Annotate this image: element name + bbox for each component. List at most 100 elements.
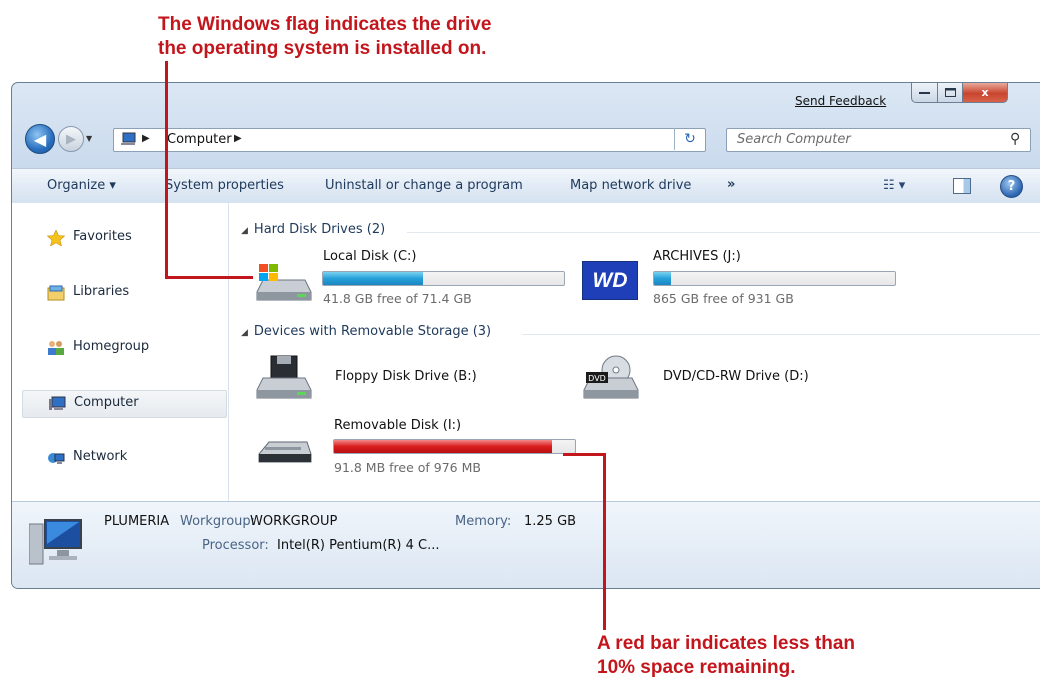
usage-fill (654, 272, 672, 285)
processor-label: Processor: (202, 538, 269, 553)
uninstall-program-button[interactable]: Uninstall or change a program (325, 178, 523, 193)
annotation-line: the operating system is installed on. (158, 38, 487, 59)
dvd-badge: DVD (588, 374, 606, 383)
search-icon[interactable]: ⚲ (1010, 131, 1020, 147)
group-divider (407, 232, 1040, 233)
close-button[interactable]: x (963, 83, 1008, 103)
drive-name: Local Disk (C:) (323, 249, 417, 264)
back-arrow-icon: ◀ (33, 129, 47, 149)
drive-free-space: 865 GB free of 931 GB (653, 291, 794, 306)
minimize-icon (919, 91, 930, 94)
close-icon: x (981, 86, 989, 99)
change-view-button[interactable]: ☷ ▾ (883, 178, 905, 193)
preview-pane-button[interactable] (953, 178, 971, 194)
wd-logo-icon: WD (582, 261, 638, 300)
usage-fill (334, 440, 553, 453)
send-feedback-link[interactable]: Send Feedback (795, 94, 886, 108)
group-header-removable[interactable]: ◢ Devices with Removable Storage (3) (241, 324, 491, 339)
collapse-triangle-icon[interactable]: ◢ (241, 328, 248, 338)
annotation-connector-bottom (603, 453, 606, 630)
navigation-pane: Favorites Libraries Homegroup Computer N… (12, 203, 229, 501)
nav-label: Network (73, 449, 128, 464)
memory-value: 1.25 GB (524, 514, 577, 529)
libraries-icon (47, 285, 65, 301)
drive-free-space: 91.8 MB free of 976 MB (334, 460, 481, 475)
nav-item-libraries[interactable]: Libraries (22, 280, 225, 306)
back-button[interactable]: ◀ (25, 124, 55, 154)
refresh-icon: ↻ (684, 131, 696, 147)
network-icon (48, 453, 65, 464)
nav-label: Homegroup (73, 339, 150, 354)
details-pane: PLUMERIA Workgroup: WORKGROUP Memory: 1.… (12, 501, 1040, 588)
removable-disk-icon (258, 441, 312, 463)
drive-name: Removable Disk (I:) (334, 418, 462, 433)
maximize-button[interactable] (938, 83, 963, 103)
dvd-drive-icon: DVD (583, 355, 639, 399)
refresh-button[interactable]: ↻ (674, 128, 705, 150)
workgroup-label: Workgroup: (180, 514, 256, 529)
nav-item-network[interactable]: Network (22, 445, 225, 471)
nav-label: Computer (74, 395, 139, 410)
drive-b[interactable]: Floppy Disk Drive (B:) (255, 348, 555, 408)
group-title: Hard Disk Drives (2) (253, 222, 386, 237)
drive-c[interactable]: Local Disk (C:) 41.8 GB free of 71.4 GB (255, 249, 585, 309)
workgroup-value: WORKGROUP (250, 514, 338, 529)
group-divider (522, 334, 1040, 335)
annotation-line: A red bar indicates less than (597, 633, 855, 654)
address-bar[interactable]: ▶ Computer ▶ ▼ (113, 128, 764, 152)
help-button[interactable]: ? (1000, 175, 1023, 198)
system-properties-button[interactable]: System properties (165, 178, 284, 193)
computer-icon (49, 396, 66, 410)
nav-item-computer[interactable]: Computer (22, 390, 227, 418)
usage-fill (323, 272, 423, 285)
drive-free-space: 41.8 GB free of 71.4 GB (323, 291, 472, 306)
drive-name: ARCHIVES (J:) (653, 249, 741, 264)
computer-large-icon (29, 519, 82, 565)
nav-item-favorites[interactable]: Favorites (22, 225, 225, 251)
recent-pages-dropdown[interactable]: ▼ (86, 134, 92, 143)
view-icon: ☷ ▾ (883, 178, 906, 193)
drive-usage-bar (333, 439, 576, 454)
annotation-line: 10% space remaining. (597, 657, 796, 678)
forward-arrow-icon: ▶ (66, 131, 76, 147)
map-network-drive-button[interactable]: Map network drive (570, 178, 691, 193)
annotation-connector-bottom (563, 453, 606, 456)
annotation-connector-top (165, 61, 168, 278)
drive-name: DVD/CD-RW Drive (D:) (663, 369, 809, 384)
drive-j[interactable]: WD ARCHIVES (J:) 865 GB free of 931 GB (582, 249, 912, 309)
floppy-drive-icon (256, 355, 312, 399)
collapse-triangle-icon[interactable]: ◢ (241, 226, 248, 236)
group-header-hard-disks[interactable]: ◢ Hard Disk Drives (2) (241, 222, 385, 237)
forward-button[interactable]: ▶ (58, 126, 84, 152)
breadcrumb-chevron-icon[interactable]: ▶ (234, 133, 242, 144)
annotation-connector-top (165, 276, 253, 279)
annotation-red-bar: A red bar indicates less than 10% space … (597, 632, 855, 680)
computer-icon (121, 132, 136, 145)
nav-label: Libraries (73, 284, 130, 299)
maximize-icon (944, 88, 956, 97)
annotation-line: The Windows flag indicates the drive (158, 14, 492, 35)
nav-item-homegroup[interactable]: Homegroup (22, 335, 225, 361)
help-icon: ? (1007, 179, 1016, 194)
processor-value: Intel(R) Pentium(R) 4 C... (277, 538, 440, 553)
organize-menu[interactable]: Organize ▾ (47, 178, 116, 193)
breadcrumb-chevron-icon[interactable]: ▶ (142, 133, 150, 144)
drive-d[interactable]: DVD DVD/CD-RW Drive (D:) (582, 348, 882, 408)
hard-drive-windows-icon (256, 264, 312, 301)
annotation-windows-flag: The Windows flag indicates the drive the… (158, 13, 491, 61)
more-commands-button[interactable]: » (727, 177, 735, 192)
drive-usage-bar (653, 271, 896, 286)
search-placeholder: Search Computer (737, 132, 851, 147)
computer-name: PLUMERIA (104, 514, 170, 529)
drive-usage-bar (322, 271, 565, 286)
nav-label: Favorites (73, 229, 132, 244)
minimize-button[interactable] (911, 83, 938, 103)
breadcrumb-computer[interactable]: Computer (167, 132, 232, 147)
drive-i[interactable]: Removable Disk (I:) 91.8 MB free of 976 … (255, 418, 585, 478)
search-input[interactable]: Search Computer ⚲ (726, 128, 1031, 152)
window-controls: x (911, 83, 1008, 103)
star-icon (47, 230, 65, 246)
drive-name: Floppy Disk Drive (B:) (335, 369, 477, 384)
group-title: Devices with Removable Storage (3) (253, 324, 492, 339)
memory-label: Memory: (455, 514, 512, 529)
